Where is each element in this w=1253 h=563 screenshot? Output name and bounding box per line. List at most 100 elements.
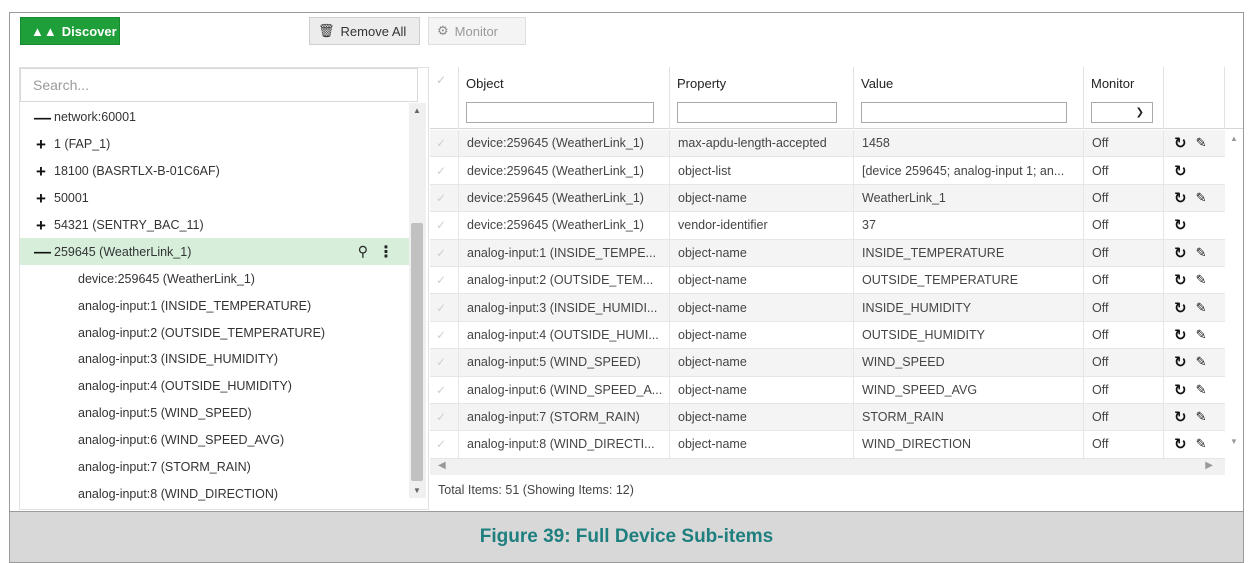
tree-node-object[interactable]: device:259645 (WeatherLink_1) (20, 265, 410, 292)
table-row[interactable]: ✓ device:259645 (WeatherLink_1) object-nam… (430, 184, 1225, 213)
column-header-object[interactable]: Object (459, 67, 670, 129)
refresh-icon[interactable]: ↻ (1174, 134, 1187, 152)
column-header-property[interactable]: Property (670, 67, 854, 129)
scroll-left-arrow-icon[interactable]: ◀ (438, 460, 446, 471)
edit-icon[interactable]: ✎ (1196, 272, 1207, 288)
edit-icon[interactable]: ✎ (1196, 245, 1207, 261)
value-cell: WIND_DIRECTION (854, 431, 1084, 458)
value-filter-input[interactable] (861, 102, 1067, 123)
refresh-icon[interactable]: ↻ (1174, 299, 1187, 317)
tree-node-object[interactable]: analog-input:3 (INSIDE_HUMIDITY) (20, 346, 410, 373)
tree-node-device[interactable]: + 50001 (20, 185, 410, 212)
scroll-up-arrow-icon[interactable]: ▲ (413, 106, 421, 115)
table-row[interactable]: ✓ analog-input:3 (INSIDE_HUMIDI... object-… (430, 294, 1225, 322)
expand-icon[interactable]: + (34, 190, 48, 207)
tree-node-network[interactable]: — network:60001 (20, 104, 410, 131)
table-row[interactable]: ✓ analog-input:2 (OUTSIDE_TEM... object-na… (430, 266, 1225, 295)
refresh-icon[interactable]: ↻ (1174, 244, 1187, 262)
grid-horizontal-scrollbar[interactable]: ◀ ▶ (430, 459, 1225, 475)
edit-icon[interactable]: ✎ (1196, 409, 1207, 425)
expand-icon[interactable]: + (34, 136, 48, 153)
edit-icon[interactable]: ✎ (1196, 382, 1207, 398)
column-header-value[interactable]: Value (854, 67, 1084, 129)
search-input[interactable] (20, 68, 418, 102)
row-checkbox[interactable]: ✓ (430, 130, 459, 157)
refresh-icon[interactable]: ↻ (1174, 216, 1187, 234)
monitor-button[interactable]: ⚙ Monitor (428, 17, 526, 45)
property-cell: object-name (670, 294, 854, 321)
scrollbar-thumb[interactable] (411, 223, 423, 481)
column-header-monitor[interactable]: Monitor ❯ (1084, 67, 1164, 129)
collapse-icon[interactable]: — (34, 109, 51, 126)
tree-node-object[interactable]: analog-input:2 (OUTSIDE_TEMPERATURE) (20, 319, 410, 346)
edit-icon[interactable]: ✎ (1196, 327, 1207, 343)
table-row[interactable]: ✓ analog-input:1 (INSIDE_TEMPE... object-n… (430, 239, 1225, 267)
row-checkbox[interactable]: ✓ (430, 294, 459, 321)
refresh-icon[interactable]: ↻ (1174, 162, 1187, 180)
expand-icon[interactable]: + (34, 217, 48, 234)
scroll-right-arrow-icon[interactable]: ▶ (1205, 460, 1213, 471)
row-checkbox[interactable]: ✓ (430, 376, 459, 403)
kebab-menu-icon[interactable]: ⋮ (378, 242, 394, 262)
tree-node-object[interactable]: analog-input:8 (WIND_DIRECTION) (20, 480, 410, 507)
refresh-icon[interactable]: ↻ (1174, 326, 1187, 344)
row-checkbox[interactable]: ✓ (430, 321, 459, 349)
refresh-icon[interactable]: ↻ (1174, 408, 1187, 426)
refresh-icon[interactable]: ↻ (1174, 435, 1187, 453)
tree-node-device-selected[interactable]: — 259645 (WeatherLink_1) ⚲ ⋮ (20, 238, 410, 266)
row-checkbox[interactable]: ✓ (430, 266, 459, 294)
row-checkbox[interactable]: ✓ (430, 431, 459, 458)
row-checkbox[interactable]: ✓ (430, 239, 459, 266)
table-row[interactable]: ✓ device:259645 (WeatherLink_1) object-lis… (430, 157, 1225, 185)
select-all-checkbox[interactable]: ✓ (430, 67, 459, 129)
table-row[interactable]: ✓ analog-input:4 (OUTSIDE_HUMI... object-n… (430, 321, 1225, 350)
table-row[interactable]: ✓ analog-input:6 (WIND_SPEED_A... object-n… (430, 376, 1225, 404)
table-row[interactable]: ✓ analog-input:8 (WIND_DIRECTI... object-n… (430, 431, 1225, 459)
tree-node-object[interactable]: analog-input:4 (OUTSIDE_HUMIDITY) (20, 373, 410, 400)
tree-node-object[interactable]: analog-input:6 (WIND_SPEED_AVG) (20, 427, 410, 454)
table-row[interactable]: ✓ analog-input:5 (WIND_SPEED) object-name W… (430, 349, 1225, 377)
table-row[interactable]: ✓ device:259645 (WeatherLink_1) vendor-ide… (430, 212, 1225, 240)
monitor-filter-select[interactable]: ❯ (1091, 102, 1153, 123)
edit-icon[interactable]: ✎ (1196, 354, 1207, 370)
property-filter-input[interactable] (677, 102, 837, 123)
row-actions: ↻ ✎ (1164, 431, 1225, 457)
edit-icon[interactable]: ✎ (1196, 190, 1207, 206)
table-row[interactable]: ✓ device:259645 (WeatherLink_1) max-apdu-l… (430, 130, 1225, 158)
row-checkbox[interactable]: ✓ (430, 212, 459, 239)
edit-icon[interactable]: ✎ (1196, 436, 1207, 452)
tree-node-object[interactable]: analog-input:1 (INSIDE_TEMPERATURE) (20, 292, 410, 319)
collapse-icon[interactable]: — (34, 243, 51, 260)
edit-icon[interactable]: ✎ (1196, 300, 1207, 316)
object-cell: analog-input:2 (OUTSIDE_TEM... (459, 266, 670, 294)
refresh-icon[interactable]: ↻ (1174, 189, 1187, 207)
discover-button[interactable]: ▲▲ Discover (20, 17, 120, 45)
refresh-icon[interactable]: ↻ (1174, 271, 1187, 289)
remove-all-button[interactable]: 🗑 Remove All (309, 17, 420, 45)
search-icon[interactable]: ⚲ (358, 243, 368, 260)
property-cell: object-name (670, 184, 854, 212)
grid-scrollbar[interactable]: ▲ ▼ (1225, 130, 1243, 450)
row-checkbox[interactable]: ✓ (430, 157, 459, 184)
scroll-up-arrow-icon[interactable]: ▲ (1230, 134, 1238, 143)
table-row[interactable]: ✓ analog-input:7 (STORM_RAIN) object-name S… (430, 403, 1225, 432)
row-checkbox[interactable]: ✓ (430, 184, 459, 212)
tree-node-label: 50001 (54, 191, 89, 206)
scroll-down-arrow-icon[interactable]: ▼ (1230, 437, 1238, 446)
tree-node-object[interactable]: analog-input:5 (WIND_SPEED) (20, 400, 410, 427)
tree-panel: — network:60001 + 1 (FAP_1) + 18100 (BAS… (19, 67, 429, 510)
tree-node-device[interactable]: + 54321 (SENTRY_BAC_11) (20, 212, 410, 239)
tree-node-device[interactable]: + 18100 (BASRTLX-B-01C6AF) (20, 158, 410, 185)
scroll-down-arrow-icon[interactable]: ▼ (413, 486, 421, 495)
refresh-icon[interactable]: ↻ (1174, 381, 1187, 399)
expand-icon[interactable]: + (34, 163, 48, 180)
property-cell: object-name (670, 403, 854, 431)
refresh-icon[interactable]: ↻ (1174, 353, 1187, 371)
tree-node-object[interactable]: analog-input:7 (STORM_RAIN) (20, 454, 410, 481)
edit-icon[interactable]: ✎ (1196, 135, 1207, 151)
row-checkbox[interactable]: ✓ (430, 403, 459, 431)
object-filter-input[interactable] (466, 102, 654, 123)
tree-scrollbar[interactable]: ▲ ▼ (409, 103, 426, 498)
tree-node-device[interactable]: + 1 (FAP_1) (20, 131, 410, 158)
row-checkbox[interactable]: ✓ (430, 349, 459, 376)
